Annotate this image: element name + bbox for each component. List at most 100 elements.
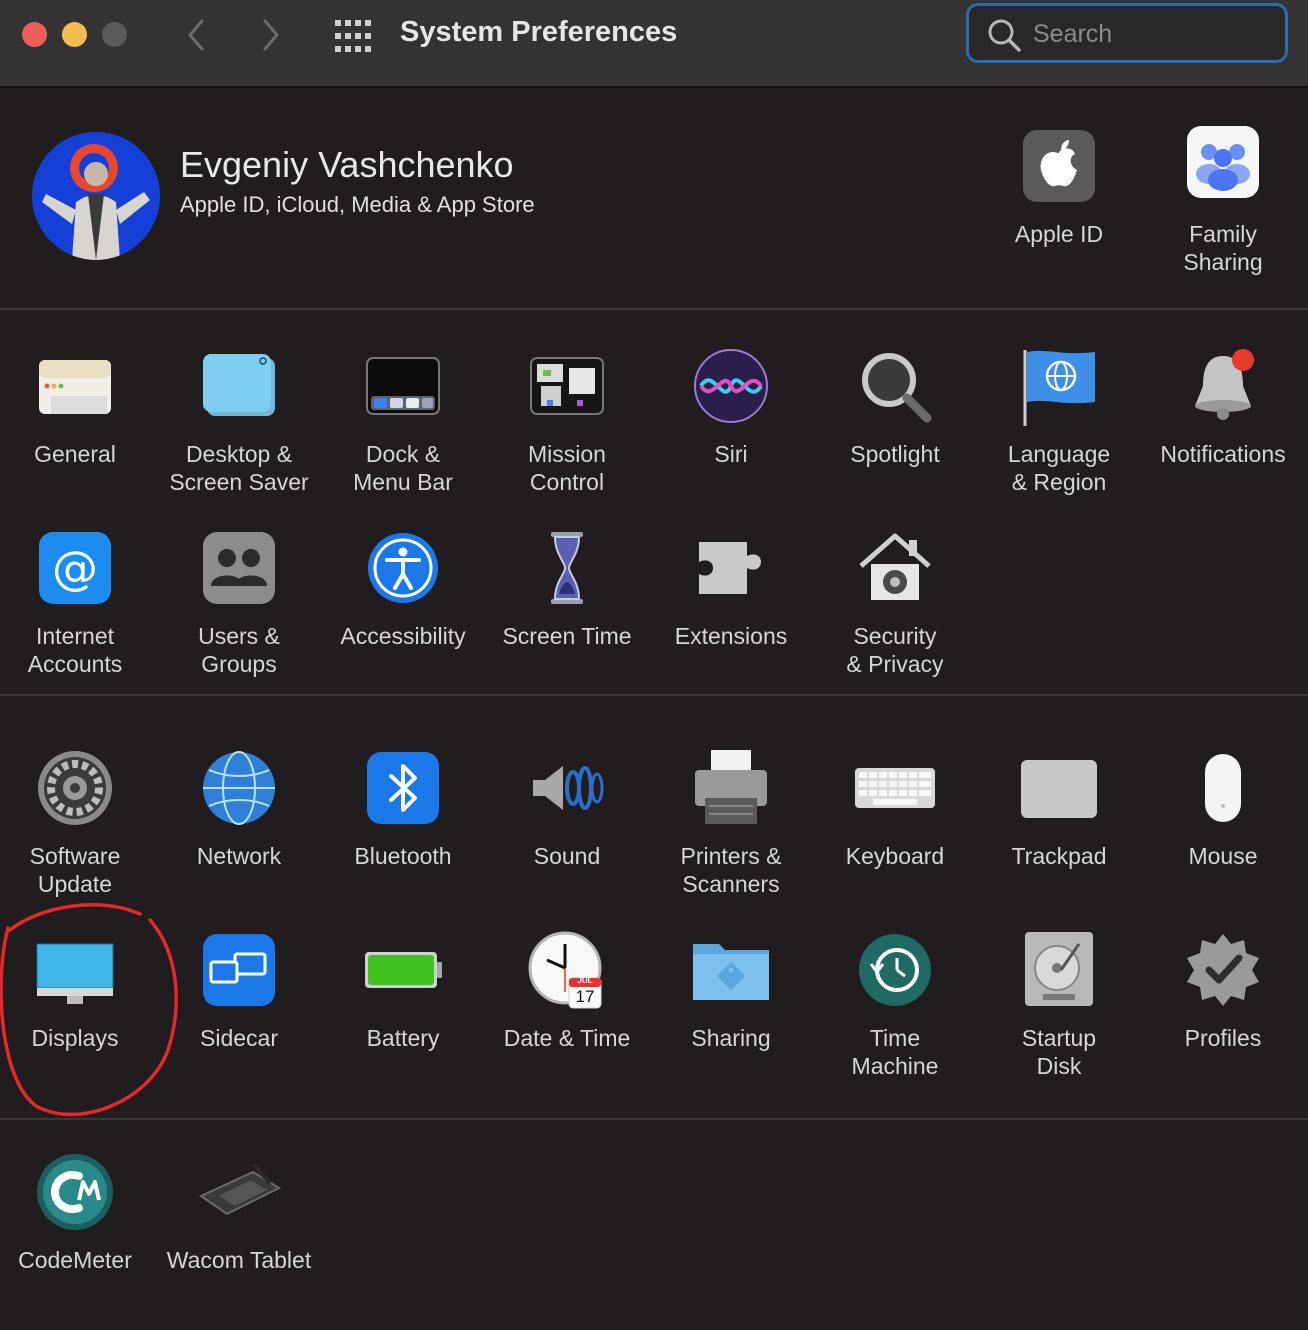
pref-startup-disk[interactable]: Startup Disk	[977, 930, 1141, 1080]
pref-screen-time[interactable]: Screen Time	[485, 528, 649, 650]
label: Mission	[528, 441, 606, 467]
pref-network[interactable]: Network	[157, 748, 321, 870]
label: Spotlight	[850, 441, 940, 467]
pref-mouse[interactable]: Mouse	[1141, 748, 1305, 870]
pref-date-time[interactable]: JUL 17 Date & Time	[485, 930, 649, 1052]
window-title: System Preferences	[400, 16, 678, 48]
pref-users-groups[interactable]: Users & Groups	[157, 528, 321, 678]
pref-desktop-screen-saver[interactable]: Desktop & Screen Saver	[157, 346, 321, 496]
search-icon	[988, 19, 1021, 52]
pref-printers-scanners[interactable]: Printers & Scanners	[649, 748, 813, 898]
title-bar: System Preferences	[0, 0, 1308, 88]
section-hardware: Software Update Network Bluetooth Sound P…	[0, 696, 1308, 1120]
label: Startup	[1021, 1025, 1097, 1051]
chevron-right-icon	[263, 19, 279, 51]
pref-general[interactable]: General	[0, 346, 157, 468]
zoom-window-button[interactable]	[102, 22, 127, 47]
gear-icon	[33, 748, 117, 832]
label: Desktop &	[185, 441, 293, 467]
label: Software	[29, 843, 121, 869]
pref-wacom-tablet[interactable]: Wacom Tablet	[157, 1152, 321, 1274]
label-line2: Accounts	[27, 651, 123, 677]
pref-spotlight[interactable]: Spotlight	[813, 346, 977, 468]
pref-sound[interactable]: Sound	[485, 748, 649, 870]
pref-extensions[interactable]: Extensions	[649, 528, 813, 650]
pref-internet-accounts[interactable]: @ Internet Accounts	[0, 528, 157, 678]
show-all-button[interactable]	[334, 17, 372, 55]
user-name: Evgeniy Vashchenko	[180, 144, 514, 185]
pref-security-privacy[interactable]: Security & Privacy	[813, 528, 977, 678]
label-line2: Groups	[201, 651, 277, 677]
back-button[interactable]	[182, 15, 212, 55]
dock-icon	[361, 346, 445, 430]
label: General	[34, 441, 116, 467]
close-window-button[interactable]	[22, 22, 47, 47]
mission-control-icon	[525, 346, 609, 430]
general-icon	[33, 346, 117, 430]
chevron-left-icon	[188, 19, 204, 51]
search-input[interactable]	[1031, 14, 1275, 54]
label: Sharing	[691, 1025, 771, 1051]
avatar[interactable]	[32, 132, 160, 260]
label: Printers &	[680, 843, 782, 869]
pref-time-machine[interactable]: Time Machine	[813, 930, 977, 1080]
pref-profiles[interactable]: Profiles	[1141, 930, 1305, 1052]
pref-software-update[interactable]: Software Update	[0, 748, 157, 898]
pref-keyboard[interactable]: Keyboard	[813, 748, 977, 870]
label-line2: & Privacy	[846, 651, 944, 677]
tablet-icon	[197, 1152, 282, 1236]
label: Bluetooth	[354, 843, 452, 869]
hard-disk-icon	[1017, 930, 1101, 1014]
section-other: CodeMeter Wacom Tablet	[0, 1120, 1308, 1330]
pref-trackpad[interactable]: Trackpad	[977, 748, 1141, 870]
pref-apple-id[interactable]: Apple ID	[977, 126, 1141, 248]
label-line2: Menu Bar	[353, 469, 453, 495]
pref-battery[interactable]: Battery	[321, 930, 485, 1052]
forward-button[interactable]	[255, 15, 285, 55]
label: Extensions	[674, 623, 788, 649]
svg-text:@: @	[52, 541, 98, 595]
label: Network	[196, 843, 282, 869]
label: Dock &	[365, 441, 441, 467]
battery-icon	[361, 930, 445, 1014]
label: Profiles	[1184, 1025, 1262, 1051]
pref-codemeter[interactable]: CodeMeter	[0, 1152, 157, 1274]
family-sharing-icon	[1181, 126, 1265, 210]
label-line2: Update	[37, 871, 113, 897]
clock-icon: JUL 17	[525, 930, 609, 1014]
pref-displays[interactable]: Displays	[0, 930, 157, 1052]
speaker-icon	[525, 748, 609, 832]
globe-icon	[197, 748, 281, 832]
pref-dock-menu-bar[interactable]: Dock & Menu Bar	[321, 346, 485, 496]
label-line2: Control	[529, 469, 605, 495]
at-sign-icon: @	[33, 528, 117, 612]
siri-icon	[689, 346, 773, 430]
pref-sharing[interactable]: Sharing	[649, 930, 813, 1052]
label: Mouse	[1188, 843, 1258, 869]
account-subtitle: Apple ID, iCloud, Media & App Store	[180, 192, 535, 217]
hourglass-icon	[525, 528, 609, 612]
magnifier-icon	[853, 346, 937, 430]
label-line2: Machine	[851, 1053, 939, 1079]
bell-icon	[1181, 346, 1265, 430]
label-line2: & Region	[1011, 469, 1107, 495]
pref-mission-control[interactable]: Mission Control	[485, 346, 649, 496]
search-field[interactable]	[966, 3, 1288, 63]
minimize-window-button[interactable]	[62, 22, 87, 47]
mouse-icon	[1181, 748, 1265, 832]
label: Battery	[366, 1025, 440, 1051]
pref-accessibility[interactable]: Accessibility	[321, 528, 485, 650]
pref-notifications[interactable]: Notifications	[1141, 346, 1305, 468]
trackpad-icon	[1017, 748, 1101, 832]
folder-icon	[689, 930, 773, 1014]
accessibility-icon	[361, 528, 445, 612]
pref-bluetooth[interactable]: Bluetooth	[321, 748, 485, 870]
pref-siri[interactable]: Siri	[649, 346, 813, 468]
label: Users &	[198, 623, 280, 649]
calendar-month: JUL	[577, 976, 593, 985]
pref-sidecar[interactable]: Sidecar	[157, 930, 321, 1052]
label: Sound	[533, 843, 601, 869]
printer-icon	[689, 748, 773, 832]
pref-language-region[interactable]: Language & Region	[977, 346, 1141, 496]
pref-family-sharing[interactable]: Family Sharing	[1141, 126, 1305, 276]
